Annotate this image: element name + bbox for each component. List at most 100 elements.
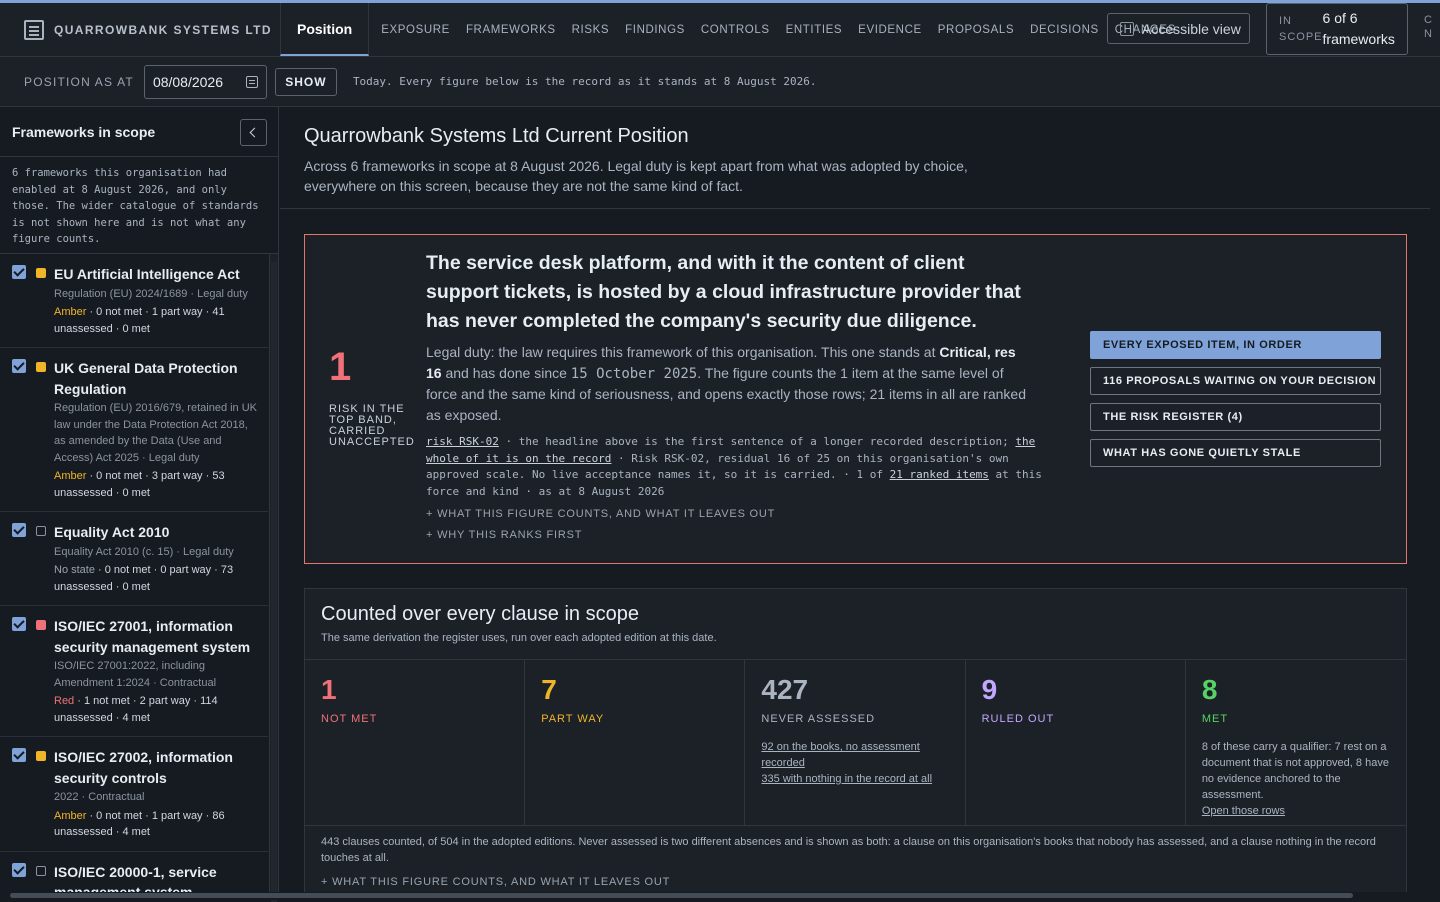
main-nav: EXPOSURE FRAMEWORKS RISKS FINDINGS CONTR… xyxy=(369,3,1184,56)
brand[interactable]: QUARROWBANK SYSTEMS LTD xyxy=(0,3,272,56)
count-not-met[interactable]: 1 NOT MET xyxy=(305,660,526,825)
accessible-view-checkbox[interactable] xyxy=(1120,21,1134,36)
count-label: RULED OUT xyxy=(981,713,1055,725)
clause-counts-subtitle: The same derivation the register uses, r… xyxy=(321,632,717,644)
open-rows-link[interactable]: Open those rows xyxy=(1202,805,1285,817)
sidebar-scrollbar[interactable] xyxy=(269,254,278,902)
framework-item[interactable]: ISO/IEC 27002, information security cont… xyxy=(0,737,268,852)
count-value: 8 xyxy=(1201,674,1218,705)
nav-controls[interactable]: CONTROLS xyxy=(693,24,778,36)
desc-part: Legal duty: the law requires this framew… xyxy=(426,344,940,360)
framework-title: UK General Data Protection Regulation xyxy=(54,360,238,397)
desc-part: and has done since xyxy=(441,364,571,381)
figure-counts-expander[interactable]: + WHAT THIS FIGURE COUNTS, AND WHAT IT L… xyxy=(426,508,1066,520)
proposals-waiting-button[interactable]: 116 PROPOSALS WAITING ON YOUR DECISION xyxy=(1090,367,1381,395)
framework-title: ISO/IEC 27001, information security mana… xyxy=(54,618,251,655)
counts-expander[interactable]: + WHAT THIS FIGURE COUNTS, AND WHAT IT L… xyxy=(321,874,1390,890)
ref-part: · the headline above is the first senten… xyxy=(498,435,1016,448)
nav-proposals[interactable]: PROPOSALS xyxy=(930,24,1022,36)
page-header: Quarrowbank Systems Ltd Current Position… xyxy=(280,107,1430,209)
framework-checkbox[interactable] xyxy=(12,617,26,631)
framework-item[interactable]: ISO/IEC 27001, information security mana… xyxy=(0,606,268,737)
status-square-icon xyxy=(36,620,46,630)
clause-counts-header: Counted over every clause in scope The s… xyxy=(305,589,1406,659)
horizontal-scroll-thumb[interactable] xyxy=(10,893,1353,898)
framework-checkbox[interactable] xyxy=(12,748,26,762)
tab-position[interactable]: Position xyxy=(279,3,370,56)
nav-entities[interactable]: ENTITIES xyxy=(778,24,851,36)
framework-source: Equality Act 2010 (c. 15) · Legal duty xyxy=(54,545,234,558)
framework-stats: Red · 1 not met · 2 part way · 114 unass… xyxy=(54,693,258,726)
collapse-sidebar-button[interactable] xyxy=(240,119,267,146)
frameworks-sidebar: Frameworks in scope 6 frameworks this or… xyxy=(0,107,279,902)
nav-frameworks[interactable]: FRAMEWORKS xyxy=(458,24,564,36)
count-never-assessed[interactable]: 427 NEVER ASSESSED 92 on the books, no a… xyxy=(745,660,966,825)
scope-value: 6 of 6 frameworks xyxy=(1322,10,1395,47)
framework-stats: Amber · 0 not met · 1 part way · 41 unas… xyxy=(54,304,258,337)
truncated-nav-item[interactable]: C N xyxy=(1424,13,1432,41)
count-label: MET xyxy=(1201,713,1229,725)
framework-title: Equality Act 2010 xyxy=(54,524,170,540)
sidebar-header: Frameworks in scope xyxy=(0,107,278,157)
count-ruled-out[interactable]: 9 RULED OUT xyxy=(966,660,1186,825)
brand-name: QUARROWBANK SYSTEMS LTD xyxy=(54,22,272,37)
framework-checkbox[interactable] xyxy=(12,359,26,373)
status-square-icon xyxy=(36,526,46,536)
position-date-input[interactable]: 08/08/2026 xyxy=(143,64,267,99)
sidebar-scroll-thumb[interactable] xyxy=(271,262,277,902)
framework-checkbox[interactable] xyxy=(12,862,26,877)
position-date-bar: POSITION AS AT 08/08/2026 SHOW Today. Ev… xyxy=(0,57,1440,107)
accessible-view-label: Accessible view xyxy=(1142,20,1241,37)
count-notes: 92 on the books, no assessment recorded … xyxy=(761,739,948,787)
framework-item[interactable]: Equality Act 2010 Equality Act 2010 (c. … xyxy=(0,512,268,606)
nav-findings[interactable]: FINDINGS xyxy=(617,24,693,36)
gone-stale-button[interactable]: WHAT HAS GONE QUIETLY STALE xyxy=(1090,439,1381,467)
framework-list: EU Artificial Intelligence Act Regulatio… xyxy=(0,254,268,900)
framework-checkbox[interactable] xyxy=(12,523,26,537)
framework-stats: Amber · 0 not met · 1 part way · 86 unas… xyxy=(54,808,258,841)
clause-counts-title: Counted over every clause in scope xyxy=(321,603,639,625)
show-button[interactable]: SHOW xyxy=(274,67,337,96)
top-risk-card: 1 RISK IN THE TOP BAND, CARRIED UNACCEPT… xyxy=(304,234,1407,564)
nav-evidence[interactable]: EVIDENCE xyxy=(850,24,930,36)
count-label: NEVER ASSESSED xyxy=(761,713,876,725)
why-ranks-first-expander[interactable]: + WHY THIS RANKS FIRST xyxy=(426,529,1066,541)
every-exposed-item-button[interactable]: EVERY EXPOSED ITEM, IN ORDER xyxy=(1090,331,1381,359)
ranked-items-link[interactable]: 21 ranked items xyxy=(890,468,989,481)
calendar-icon[interactable] xyxy=(245,75,258,88)
main-content: Quarrowbank Systems Ltd Current Position… xyxy=(280,107,1430,892)
framework-item[interactable]: EU Artificial Intelligence Act Regulatio… xyxy=(0,254,268,348)
top-risk-reference: risk RSK-02 · the headline above is the … xyxy=(426,434,1066,500)
framework-item[interactable]: UK General Data Protection Regulation Re… xyxy=(0,348,268,512)
top-risk-body: The service desk platform, and with it t… xyxy=(426,249,1066,541)
nav-exposure[interactable]: EXPOSURE xyxy=(373,24,458,36)
nothing-in-record-link[interactable]: 335 with nothing in the record at all xyxy=(761,773,932,785)
status-square-icon xyxy=(36,865,46,876)
horizontal-scrollbar[interactable] xyxy=(0,892,1440,900)
framework-source: Regulation (EU) 2024/1689 · Legal duty xyxy=(54,287,248,300)
accessible-view-toggle[interactable]: Accessible view xyxy=(1107,13,1250,44)
scope-selector[interactable]: IN SCOPE 6 of 6 frameworks xyxy=(1266,3,1408,55)
count-met[interactable]: 8 MET 8 of these carry a qualifier: 7 re… xyxy=(1186,660,1406,825)
top-navigation-bar: QUARROWBANK SYSTEMS LTD Position EXPOSUR… xyxy=(0,3,1440,57)
no-assessment-link[interactable]: 92 on the books, no assessment recorded xyxy=(761,741,919,769)
framework-state: Amber xyxy=(54,470,87,482)
sidebar-description: 6 frameworks this organisation had enabl… xyxy=(0,157,278,254)
clause-counts-explanation: 443 clauses counted, of 504 in the adopt… xyxy=(321,836,1376,864)
count-part-way[interactable]: 7 PART WAY xyxy=(525,660,746,825)
framework-checkbox[interactable] xyxy=(12,265,26,279)
framework-stats: No state · 0 not met · 0 part way · 73 u… xyxy=(54,562,258,595)
framework-stats: Amber · 0 not met · 3 part way · 53 unas… xyxy=(54,468,258,501)
sidebar-title: Frameworks in scope xyxy=(12,123,156,140)
main-scrollbar[interactable] xyxy=(1430,107,1440,900)
framework-source: 2022 · Contractual xyxy=(54,791,145,803)
nav-decisions[interactable]: DECISIONS xyxy=(1022,24,1107,36)
count-value: 7 xyxy=(541,674,557,705)
nav-risks[interactable]: RISKS xyxy=(564,24,618,36)
framework-state: Amber xyxy=(54,809,87,822)
risk-since-date: 15 October 2025 xyxy=(570,365,698,382)
scope-label: IN SCOPE xyxy=(1279,15,1323,43)
risk-id-link[interactable]: risk RSK-02 xyxy=(426,435,499,448)
position-date-value: 08/08/2026 xyxy=(152,73,224,90)
risk-register-button[interactable]: THE RISK REGISTER (4) xyxy=(1090,403,1381,431)
